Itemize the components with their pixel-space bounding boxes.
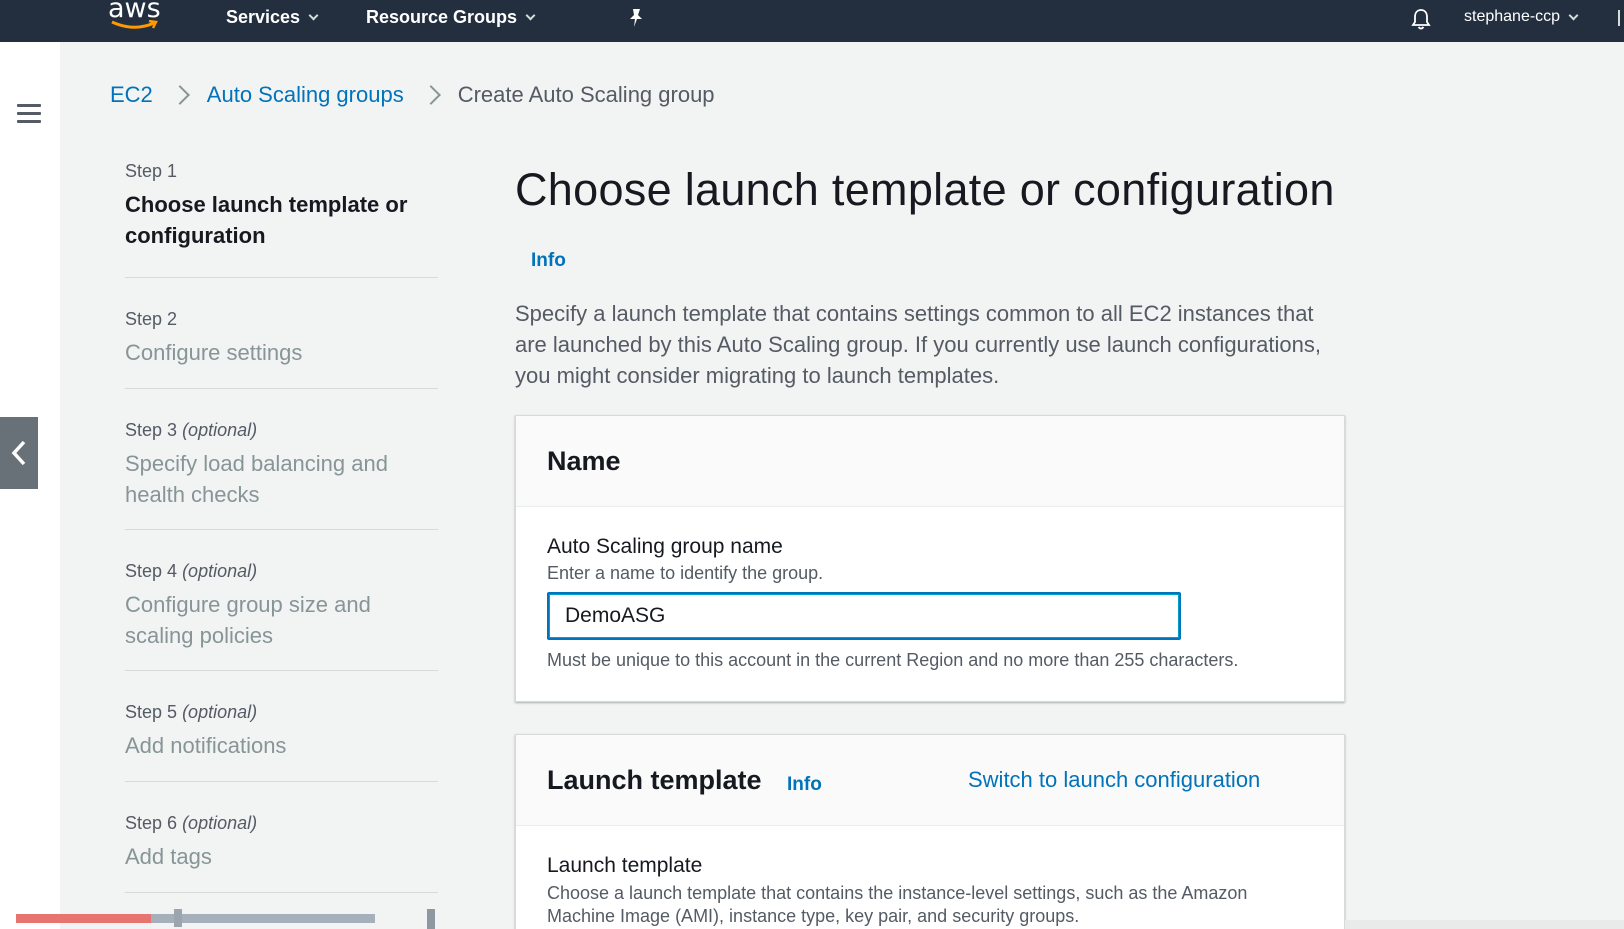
asg-name-description: Enter a name to identify the group. [547,563,824,583]
services-label: Services [226,7,301,27]
chevron-right-icon [169,85,190,105]
step-4[interactable]: Step 4 (optional) Configure group size a… [125,530,438,671]
breadcrumb-current: Create Auto Scaling group [457,82,715,107]
step-number: Step 1 [125,161,178,181]
page-title: Choose launch template or configuration [515,164,1335,215]
video-scrubber-progress [16,914,151,923]
step-5[interactable]: Step 5 (optional) Add notifications [125,671,438,782]
asg-name-label: Auto Scaling group name [547,535,783,558]
step-title: Add notifications [125,733,287,758]
launch-template-card-body: Launch template Choose a launch template… [516,826,1344,928]
step-6[interactable]: Step 6 (optional) Add tags [125,782,438,893]
step-title: Choose launch template or configuration [125,192,408,248]
name-card: Name Auto Scaling group name Enter a nam… [515,415,1345,702]
step-number: Step 3 (optional) [125,420,258,440]
step-number: Step 2 [125,309,178,329]
launch-template-card-header: Launch template Info Switch to launch co… [516,735,1344,826]
top-navigation: aws Services Resource Groups stephane-cc… [0,0,1624,42]
aws-logo[interactable]: aws [108,0,164,36]
chevron-right-icon [420,85,441,105]
video-scrubber-end-marker [427,909,435,929]
wizard-steps: Step 1 Choose launch template or configu… [125,160,438,893]
chevron-down-icon [1568,10,1579,20]
nav-edge-divider [1618,10,1620,26]
hamburger-menu-icon[interactable] [17,104,41,128]
step-number: Step 5 (optional) [125,702,258,722]
video-scrubber-handle[interactable] [174,909,182,927]
breadcrumb-ec2[interactable]: EC2 [110,82,153,108]
step-title: Configure group size and scaling policie… [125,592,371,648]
launch-template-card-title: Launch template [547,765,762,795]
step-3[interactable]: Step 3 (optional) Specify load balancing… [125,389,438,530]
step-title: Specify load balancing and health checks [125,451,388,507]
launch-template-card: Launch template Info Switch to launch co… [515,734,1345,929]
username-label: stephane-ccp [1464,8,1561,25]
pin-icon[interactable] [627,8,645,28]
asg-name-input[interactable] [547,592,1181,640]
resource-groups-label: Resource Groups [366,7,518,27]
step-2[interactable]: Step 2 Configure settings [125,278,438,389]
step-title: Add tags [125,844,212,869]
collapse-panel-button[interactable] [0,417,38,489]
chevron-down-icon [525,10,536,21]
services-menu[interactable]: Services [226,7,319,28]
name-card-title: Name [547,446,621,476]
breadcrumb: EC2 Auto Scaling groups Create Auto Scal… [110,82,715,108]
launch-template-label: Launch template [547,854,703,877]
step-title: Configure settings [125,340,303,365]
user-menu[interactable]: stephane-ccp [1464,8,1579,26]
bell-icon[interactable] [1411,8,1431,30]
main-content: Choose launch template or configuration … [515,160,1345,388]
name-card-body: Auto Scaling group name Enter a name to … [516,507,1344,671]
launch-template-info-link[interactable]: Info [787,774,822,796]
bottom-shade [1345,920,1624,929]
step-1: Step 1 Choose launch template or configu… [125,160,438,278]
step-number: Step 6 (optional) [125,813,258,833]
step-number: Step 4 (optional) [125,561,258,581]
switch-to-launch-configuration-link[interactable]: Switch to launch configuration [968,767,1260,793]
resource-groups-menu[interactable]: Resource Groups [366,7,536,28]
chevron-down-icon [308,10,319,21]
aws-smile-icon [111,20,158,29]
breadcrumb-auto-scaling-groups[interactable]: Auto Scaling groups [207,82,404,108]
info-link[interactable]: Info [531,250,566,272]
launch-template-description: Choose a launch template that contains t… [547,883,1248,926]
chevron-left-icon [11,440,26,466]
name-card-header: Name [516,416,1344,507]
asg-name-constraint: Must be unique to this account in the cu… [547,650,1239,670]
page-description: Specify a launch template that contains … [515,301,1321,388]
